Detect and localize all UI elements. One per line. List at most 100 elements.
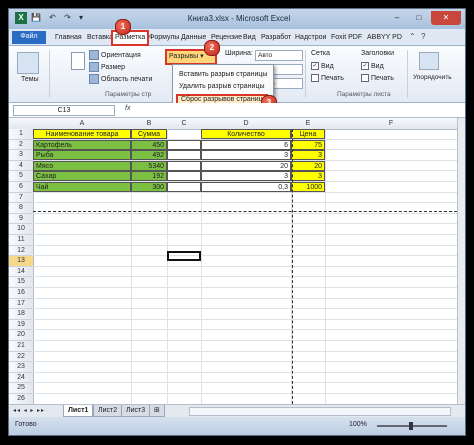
tab-view[interactable]: Вид	[243, 32, 256, 44]
cell-d6[interactable]: 0,3	[201, 182, 291, 192]
ribbon-collapse-icon[interactable]: ⌃	[409, 32, 416, 41]
cell-e3[interactable]: 3	[291, 150, 325, 161]
spreadsheet-grid[interactable]: A B C D E F 1 2 3 4 5 6 7 8 9 10 11 12 13 14 15 16 17 18 1…	[9, 118, 457, 404]
arrange-icon[interactable]	[419, 52, 439, 70]
row-header[interactable]: 26	[9, 394, 34, 404]
row-header[interactable]: 14	[9, 266, 34, 278]
maximize-button[interactable]: □	[409, 11, 429, 25]
row-header[interactable]: 5	[9, 171, 34, 182]
row-header[interactable]: 1	[9, 129, 34, 140]
cell-a4[interactable]: Мясо	[33, 160, 131, 171]
gridlines-print-checkbox[interactable]: Печать	[311, 74, 344, 82]
sheet-tab-3[interactable]: Лист3	[121, 405, 151, 417]
row-header[interactable]: 21	[9, 341, 34, 352]
row-header[interactable]: 4	[9, 160, 34, 172]
cell-e1[interactable]: Цена	[291, 129, 325, 139]
cell-d5[interactable]: 3	[201, 171, 291, 182]
cell-e4[interactable]: 20	[291, 160, 325, 171]
themes-icon[interactable]	[17, 52, 39, 74]
name-box[interactable]: C13	[13, 105, 115, 116]
vertical-scrollbar[interactable]	[457, 118, 465, 404]
orientation-button[interactable]: Ориентация	[89, 50, 141, 60]
cell-d2[interactable]: 6	[201, 139, 291, 150]
cell-c4[interactable]	[167, 160, 201, 171]
row-header[interactable]: 18	[9, 309, 34, 320]
cell-b3[interactable]: 492	[131, 150, 167, 161]
print-area-button[interactable]: Область печати	[89, 74, 152, 84]
row-header[interactable]: 22	[9, 351, 34, 363]
cell-b2[interactable]: 450	[131, 139, 167, 150]
row-header[interactable]: 16	[9, 288, 34, 299]
cell-a3[interactable]: Рыба	[33, 150, 131, 161]
cell-c2[interactable]	[167, 139, 201, 150]
cell-c5[interactable]	[167, 171, 201, 182]
cell-e6[interactable]: 1000	[291, 182, 325, 192]
sheet-tab-2[interactable]: Лист2	[93, 405, 123, 417]
cell-a5[interactable]: Сахар	[33, 171, 131, 182]
row-header[interactable]: 19	[9, 319, 34, 331]
tab-foxit-pdf[interactable]: Foxit PDF	[331, 32, 362, 44]
row-header[interactable]: 7	[9, 192, 34, 204]
minimize-button[interactable]: –	[387, 11, 407, 25]
margins-icon[interactable]	[71, 52, 85, 70]
row-header[interactable]: 15	[9, 277, 34, 288]
row-header[interactable]: 24	[9, 372, 34, 384]
tab-home[interactable]: Главная	[55, 32, 82, 44]
width-select[interactable]: Авто	[255, 50, 303, 61]
size-button[interactable]: Размер	[89, 62, 125, 72]
row-header[interactable]: 17	[9, 298, 34, 310]
close-button[interactable]: ✕	[431, 11, 461, 25]
column-header-c[interactable]: C	[167, 118, 202, 130]
row-header[interactable]: 2	[9, 139, 34, 151]
themes-label[interactable]: Темы	[21, 76, 39, 83]
tab-formulas[interactable]: Формулы	[149, 32, 179, 44]
new-sheet-icon[interactable]: ⊞	[149, 405, 165, 417]
tab-data[interactable]: Данные	[181, 32, 206, 44]
cell-e5[interactable]: 3	[291, 171, 325, 182]
cell-b1[interactable]: Сумма	[131, 129, 167, 139]
excel-app-icon[interactable]: X	[15, 12, 27, 24]
row-header[interactable]: 9	[9, 213, 34, 225]
row-header[interactable]: 11	[9, 235, 34, 246]
cell-d4[interactable]: 20	[201, 160, 291, 171]
sheet-nav-arrows-icon[interactable]: ◂◂ ◂ ▸ ▸▸	[13, 407, 45, 414]
gridlines-view-checkbox[interactable]: ✓ Вид	[311, 62, 334, 70]
row-header[interactable]: 13	[9, 256, 34, 267]
menu-item-insert-page-break[interactable]: Вставить разрыв страницы	[179, 71, 267, 78]
tab-addins[interactable]: Надстрои	[295, 32, 326, 44]
horizontal-scrollbar[interactable]	[189, 407, 451, 416]
cell-c6[interactable]	[167, 182, 201, 192]
cell-c3[interactable]	[167, 150, 201, 161]
cell-a1[interactable]: Наименование товара	[33, 129, 131, 139]
zoom-level[interactable]: 100%	[349, 421, 367, 428]
row-header[interactable]: 8	[9, 203, 34, 214]
cell-a2[interactable]: Картофель	[33, 139, 131, 150]
sheet-tab-1[interactable]: Лист1	[63, 405, 94, 417]
cell-b6[interactable]: 300	[131, 182, 167, 192]
row-header[interactable]: 3	[9, 150, 34, 161]
tab-developer[interactable]: Разработ	[261, 32, 291, 44]
tab-abbyy-pdf[interactable]: ABBYY PD	[367, 32, 402, 44]
headings-view-checkbox[interactable]: ✓ Вид	[361, 62, 384, 70]
cell-d1[interactable]: Количество	[201, 129, 291, 139]
menu-item-remove-page-break[interactable]: Удалить разрыв страницы	[179, 83, 264, 90]
row-header[interactable]: 10	[9, 224, 34, 235]
row-header[interactable]: 23	[9, 362, 34, 373]
zoom-slider-thumb[interactable]	[409, 422, 413, 430]
cell-d3[interactable]: 3	[201, 150, 291, 161]
row-header[interactable]: 20	[9, 330, 34, 341]
cell-b5[interactable]: 192	[131, 171, 167, 182]
help-icon[interactable]: ?	[421, 32, 425, 41]
fx-icon[interactable]: fx	[125, 105, 130, 112]
column-header-f[interactable]: F	[325, 118, 457, 130]
row-header[interactable]: 6	[9, 182, 34, 193]
tab-file[interactable]: Файл	[12, 31, 46, 44]
headings-print-checkbox[interactable]: Печать	[361, 74, 394, 82]
cell-b4[interactable]: 5340	[131, 160, 167, 171]
row-header[interactable]: 12	[9, 245, 34, 257]
quick-access-toolbar[interactable]: 💾 ↶ ↷ ▾	[31, 13, 86, 22]
tab-insert[interactable]: Вставка	[87, 32, 113, 44]
cell-a6[interactable]: Чай	[33, 182, 131, 192]
cell-e2[interactable]: 75	[291, 139, 325, 150]
active-cell-c13[interactable]	[167, 251, 201, 261]
